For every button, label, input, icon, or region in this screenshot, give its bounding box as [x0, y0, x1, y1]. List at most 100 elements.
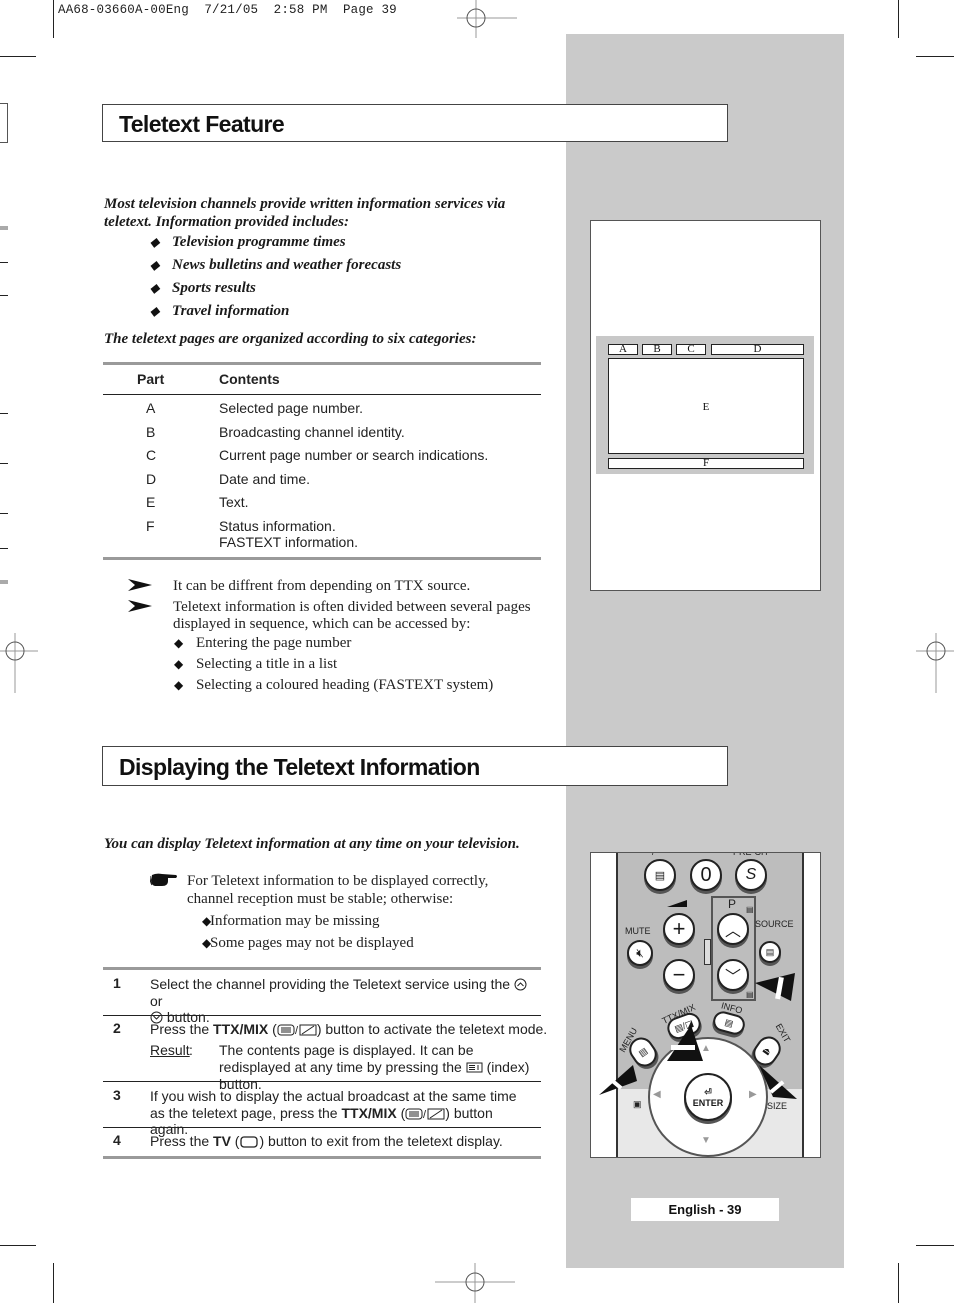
- region-d: D: [711, 344, 804, 355]
- edge-box: [0, 103, 8, 143]
- steps-top-rule: [103, 967, 541, 970]
- table-row: A Selected page number.: [146, 400, 363, 416]
- step-number: 3: [113, 1087, 121, 1103]
- caution-list: ◆ Information may be missing ◆ Some pages …: [202, 913, 414, 957]
- edge-mark: [0, 226, 8, 230]
- section-title-teletext-feature: Teletext Feature: [102, 104, 728, 142]
- diamond-bullet-icon: ◆: [150, 304, 160, 318]
- ttx-mix-icon: /: [277, 1021, 317, 1037]
- crop-mark: [0, 56, 36, 57]
- nav-right-button[interactable]: ▶: [749, 1089, 757, 1100]
- table-header-contents: Contents: [219, 371, 280, 387]
- svg-text:/: /: [423, 1109, 427, 1120]
- list-item: ◆ Some pages may not be displayed: [202, 935, 414, 951]
- rocker-indicator: [704, 939, 711, 965]
- edge-mark: [0, 548, 8, 549]
- volume-down-button[interactable]: −: [663, 959, 695, 991]
- edge-mark: [0, 262, 8, 263]
- index-icon: [466, 1059, 483, 1075]
- steps-bottom-rule: [103, 1156, 541, 1159]
- step-number: 2: [113, 1020, 121, 1036]
- crop-mark: [898, 1263, 899, 1303]
- edge-mark: [0, 295, 8, 296]
- section-title-displaying-teletext: Displaying the Teletext Information: [102, 746, 728, 786]
- region-f: F: [608, 458, 804, 469]
- list-item: ◆ Television programme times: [150, 234, 346, 250]
- enter-icon: ⏎: [704, 1086, 712, 1097]
- source-button[interactable]: ▤: [759, 941, 781, 963]
- edge-mark: [0, 513, 8, 514]
- section2-intro: You can display Teletext information at …: [104, 836, 520, 852]
- registration-mark-icon: [916, 633, 954, 693]
- note-arrow-icon: [127, 578, 153, 597]
- crop-mark: [916, 1245, 954, 1246]
- pre-ch-button[interactable]: S: [735, 859, 767, 891]
- pointer-arrow-icon: [599, 1065, 637, 1104]
- note-text: It can be diffrent from depending on TTX…: [173, 578, 471, 594]
- table-top-rule: [103, 362, 541, 365]
- page-number: English - 39: [631, 1198, 779, 1221]
- diamond-bullet-icon: ◆: [150, 258, 160, 272]
- step-text: Select the channel providing the Teletex…: [150, 976, 535, 1026]
- diamond-bullet-icon: ◆: [174, 636, 184, 650]
- table-row: B Broadcasting channel identity.: [146, 423, 405, 440]
- diamond-bullet-icon: ◆: [174, 678, 184, 692]
- diamond-bullet-icon: ◆: [202, 914, 212, 928]
- table-header-part: Part: [137, 371, 165, 387]
- list-item: ◆ News bulletins and weather forecasts: [150, 257, 402, 273]
- channel-up-button[interactable]: ︿: [717, 913, 749, 945]
- step-text: Press the TTX/MIX (/) button to activate…: [150, 1021, 548, 1037]
- categories-lead: The teletext pages are organized accordi…: [104, 331, 477, 347]
- table-bottom-rule: [103, 557, 541, 560]
- list-item: ◆ Entering the page number: [174, 635, 352, 651]
- list-item: ◆ Information may be missing: [202, 913, 380, 929]
- list-item: ◆ Selecting a title in a list: [174, 656, 338, 672]
- nav-down-button[interactable]: ▼: [701, 1135, 711, 1146]
- mute-button[interactable]: 🔇︎: [627, 940, 653, 966]
- crop-mark: [898, 0, 899, 38]
- table-row: C Current page number or search indicatio…: [146, 447, 489, 463]
- nav-left-button[interactable]: ◀: [653, 1089, 661, 1100]
- caution-text: For Teletext information to be displayed…: [187, 873, 489, 907]
- printer-slug: AA68-03660A-00Eng 7/21/05 2:58 PM Page 3…: [58, 3, 397, 17]
- note-arrow-icon: [127, 599, 153, 618]
- enter-button[interactable]: ⏎ ENTER: [684, 1073, 732, 1121]
- screen-layout: A B C D E F: [596, 336, 814, 474]
- intro-paragraph: Most television channels provide written…: [104, 196, 506, 230]
- channel-up-icon: [514, 976, 527, 992]
- pointing-hand-icon: [149, 872, 178, 893]
- region-e: E: [608, 358, 804, 454]
- diamond-bullet-icon: ◆: [174, 657, 184, 671]
- diamond-bullet-icon: ◆: [150, 281, 160, 295]
- intro-list: ◆ Television programme times ◆ News bullet…: [150, 234, 401, 326]
- svg-text:/: /: [295, 1025, 299, 1036]
- section-title-text: Displaying the Teletext Information: [119, 754, 480, 780]
- step-divider: [103, 1015, 541, 1016]
- ttx-index-icon: ▤: [746, 990, 754, 999]
- pointer-arrow-icon: [755, 973, 799, 1008]
- step-number: 1: [113, 975, 121, 991]
- step-text: Press the TV () button to exit from the …: [150, 1133, 503, 1149]
- list-item: ◆ Selecting a coloured heading (FASTEXT s…: [174, 677, 494, 693]
- ttx-list-button[interactable]: ▤: [644, 859, 676, 891]
- step-divider: [103, 1127, 541, 1128]
- table-row: F Status information. FASTEXT information.: [146, 517, 359, 550]
- crop-mark: [53, 1263, 54, 1303]
- access-list: ◆ Entering the page number ◆ Selecting a t…: [174, 635, 493, 698]
- zero-button[interactable]: 0: [690, 859, 722, 891]
- diamond-bullet-icon: ◆: [150, 235, 160, 249]
- parts-table-body: A Selected page number. B Broadcasting cha…: [103, 400, 541, 552]
- channel-down-button[interactable]: ﹀: [717, 959, 749, 991]
- region-c: C: [676, 344, 706, 355]
- table-row: D Date and time.: [146, 470, 311, 487]
- edge-mark: [0, 463, 8, 464]
- registration-mark-icon: [457, 0, 517, 38]
- volume-up-button[interactable]: +: [663, 913, 695, 945]
- edge-mark: [0, 580, 8, 584]
- volume-icon: [667, 900, 687, 907]
- diamond-bullet-icon: ◆: [202, 936, 212, 950]
- registration-mark-icon: [0, 633, 38, 693]
- edge-mark: [0, 413, 8, 414]
- pointer-arrow-icon: [663, 1025, 703, 1070]
- tv-icon: [239, 1133, 259, 1149]
